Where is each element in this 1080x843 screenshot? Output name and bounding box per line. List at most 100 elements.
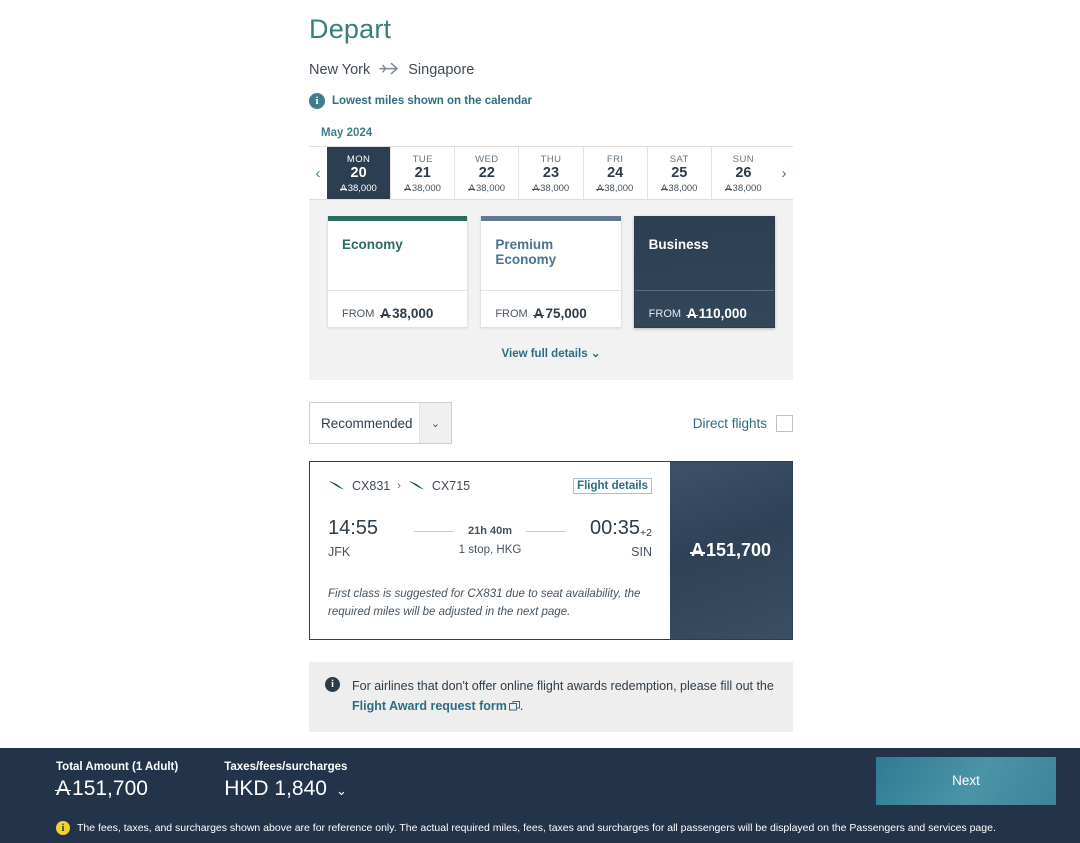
next-button[interactable]: Next xyxy=(876,756,1056,805)
cabin-name: Premium Economy xyxy=(495,237,557,267)
asia-miles-icon: A xyxy=(724,182,733,194)
calendar-day-dow: TUE xyxy=(412,154,433,166)
calendar-day-miles: A 38,000 xyxy=(468,182,506,194)
calendar-day-dow: WED xyxy=(475,154,499,166)
calendar-prev-arrow[interactable]: ‹ xyxy=(309,147,327,199)
taxes-value[interactable]: HKD 1,840 ⌄ xyxy=(224,777,347,801)
arrival-time: 00:35+2 xyxy=(589,517,652,539)
flight-award-form-link[interactable]: Flight Award request form xyxy=(352,699,520,713)
arrival-day-offset: +2 xyxy=(640,527,652,539)
flight-details-link[interactable]: Flight details xyxy=(573,478,652,494)
segment-separator-icon: › xyxy=(397,480,401,492)
calendar-day-miles: A 38,000 xyxy=(403,182,441,194)
taxes-label: Taxes/fees/surcharges xyxy=(224,760,348,773)
flight-result-card[interactable]: CX831 › CX715 Flight details 14:55 JFK 2… xyxy=(309,461,793,640)
award-request-notice: i For airlines that don't offer online f… xyxy=(309,662,793,732)
calendar-day-number: 26 xyxy=(735,165,752,182)
calendar-day-miles: A 38,000 xyxy=(660,182,698,194)
asia-miles-icon-footer: A xyxy=(54,776,72,800)
calendar-day-dow: SUN xyxy=(732,154,755,166)
footer-disclaimer-text: The fees, taxes, and surcharges shown ab… xyxy=(77,822,996,834)
calendar-day-23[interactable]: THU 23 A 38,000 xyxy=(518,147,583,199)
flight-price-value: 151,700 xyxy=(705,540,772,560)
calendar-day-number: 23 xyxy=(542,165,560,182)
info-icon-notice: i xyxy=(325,677,340,692)
direct-flights-filter[interactable]: Direct flights xyxy=(693,414,793,432)
flight-card-details: CX831 › CX715 Flight details 14:55 JFK 2… xyxy=(310,462,670,639)
cabin-from-label: FROM xyxy=(648,307,682,320)
cabin-miles: A 38,000 xyxy=(379,306,434,321)
cabin-price-row: FROM A 75,000 xyxy=(481,290,621,327)
asia-miles-icon: A xyxy=(660,182,669,194)
date-calendar: May 2024 ‹ MON 20 A 38,000 TUE 21 A 38,000 WED 22… xyxy=(309,127,793,200)
calendar-days: MON 20 A 38,000 TUE 21 A 38,000 WED 22 A 38,000 THU 2… xyxy=(327,147,775,199)
notice-text: For airlines that don't offer online fli… xyxy=(352,676,777,717)
page-title: Depart xyxy=(309,14,392,44)
cabin-from-label: FROM xyxy=(495,307,528,320)
asia-miles-icon: A xyxy=(686,306,698,321)
footer-main-row: Total Amount (1 Adult) A 151,700 Taxes/fe… xyxy=(0,748,1080,813)
flight-price-panel[interactable]: A 151,700 xyxy=(670,462,792,639)
view-full-details[interactable]: View full details ⌄ xyxy=(327,328,775,370)
arrival-block: 00:35+2 SIN xyxy=(574,517,652,560)
flight-price: A 151,700 xyxy=(689,540,772,561)
main-content: Depart New York Singapore i Lowest miles… xyxy=(309,0,793,732)
asia-miles-icon: A xyxy=(532,182,541,194)
calendar-day-26[interactable]: SUN 26 A 38,000 xyxy=(710,147,775,199)
calendar-strip: ‹ MON 20 A 38,000 TUE 21 A 38,000 WED 22 A 38,000 TH… xyxy=(309,146,793,200)
calendar-day-miles: A 38,000 xyxy=(724,182,762,194)
calendar-day-dow: FRI xyxy=(606,154,624,166)
departure-time: 14:55 xyxy=(328,517,379,539)
direct-flights-label[interactable]: Direct flights xyxy=(693,416,767,431)
calendar-day-21[interactable]: TUE 21 A 38,000 xyxy=(390,147,455,199)
cabin-miles: A 110,000 xyxy=(686,306,747,321)
flight-duration: 21h 40m xyxy=(414,525,566,537)
calendar-day-dow: SAT xyxy=(669,154,689,166)
calendar-day-number: 20 xyxy=(350,165,367,182)
airline-logo-icon-2 xyxy=(408,479,425,493)
asia-miles-icon: A xyxy=(403,182,412,194)
notice-text-before: For airlines that don't offer online fli… xyxy=(352,679,774,693)
view-full-details-label[interactable]: View full details ⌄ xyxy=(502,348,601,360)
calendar-day-24[interactable]: FRI 24 A 38,000 xyxy=(582,147,647,199)
flight-availability-note: First class is suggested for CX831 due t… xyxy=(328,588,641,618)
flight-search-page: Depart New York Singapore i Lowest miles… xyxy=(0,0,1080,843)
itinerary-middle: 21h 40m 1 stop, HKG xyxy=(406,518,574,556)
calendar-day-20[interactable]: MON 20 A 38,000 xyxy=(327,147,391,199)
cabin-name: Business xyxy=(648,237,709,252)
info-icon: i xyxy=(309,93,325,109)
calendar-day-25[interactable]: SAT 25 A 38,000 xyxy=(646,147,711,199)
calendar-day-miles: A 38,000 xyxy=(532,182,570,194)
taxes-chevron-down-icon[interactable]: ⌄ xyxy=(336,783,347,799)
calendar-next-arrow[interactable]: › xyxy=(775,147,793,199)
calendar-day-number: 21 xyxy=(414,165,431,182)
calendar-day-miles: A 38,000 xyxy=(596,182,634,194)
cabin-class-panel: Economy FROM A 38,000 Premium Economy FROM A 75… xyxy=(309,200,793,380)
taxes-block: Taxes/fees/surcharges HKD 1,840 ⌄ xyxy=(224,761,347,801)
direct-flights-checkbox[interactable] xyxy=(776,414,793,432)
calendar-day-dow: MON xyxy=(346,154,371,166)
asia-miles-icon: A xyxy=(532,306,544,321)
cabin-card-business[interactable]: Business FROM A 110,000 xyxy=(633,216,775,328)
external-link-icon xyxy=(508,700,520,714)
cabin-card-economy[interactable]: Economy FROM A 38,000 xyxy=(327,216,469,328)
sort-select-value: Recommended xyxy=(321,415,413,431)
cabin-name: Economy xyxy=(342,237,403,252)
departure-airport: JFK xyxy=(328,545,351,559)
asia-miles-icon: A xyxy=(339,182,348,194)
cabin-card-premium-economy[interactable]: Premium Economy FROM A 75,000 xyxy=(480,216,622,328)
route-summary: New York Singapore xyxy=(309,61,793,79)
cabin-price-row: FROM A 110,000 xyxy=(634,290,774,327)
total-amount-block: Total Amount (1 Adult) A 151,700 xyxy=(54,761,178,801)
calendar-day-number: 25 xyxy=(671,165,688,182)
calendar-day-dow: THU xyxy=(540,154,562,166)
filter-row: Recommended ⌄ Direct flights xyxy=(309,402,793,444)
chevron-down-icon: ⌄ xyxy=(419,403,451,443)
sort-select[interactable]: Recommended ⌄ xyxy=(309,402,452,444)
notice-text-after: . xyxy=(519,699,524,713)
destination-city: Singapore xyxy=(408,62,475,78)
asia-miles-icon: A xyxy=(689,540,705,560)
calendar-day-22[interactable]: WED 22 A 38,000 xyxy=(454,147,519,199)
calendar-day-number: 24 xyxy=(607,165,624,182)
airline-logo-icon xyxy=(328,479,345,493)
